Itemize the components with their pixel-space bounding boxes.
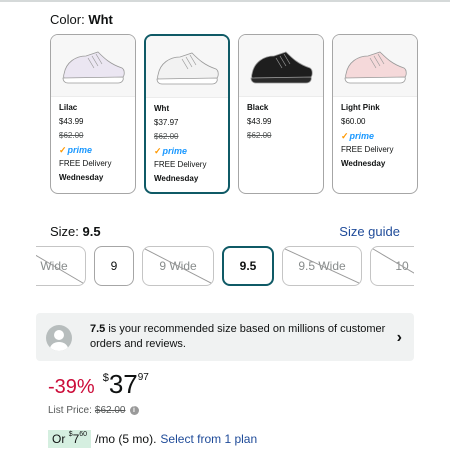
swatch-delivery-day: Wednesday (341, 159, 386, 168)
color-swatch-black[interactable]: Black $43.99 $62.00 (238, 34, 324, 194)
recommended-size: 7.5 (90, 323, 106, 335)
prime-check-icon: ✓ (59, 145, 67, 155)
prime-label: prime (349, 131, 375, 141)
size-option-9.5[interactable]: 9.5 (222, 246, 274, 286)
chevron-right-icon[interactable]: › (397, 329, 402, 347)
size-option-9[interactable]: 9 (94, 246, 134, 286)
swatch-name: Light Pink (341, 103, 380, 112)
size-label: Size: 9.5 (50, 224, 101, 239)
recommendation-message: is your recommended size based on millio… (90, 323, 386, 350)
current-price: $ 37 97 (103, 370, 149, 398)
prime-check-icon: ✓ (341, 131, 349, 141)
discount-percent: -39% (48, 376, 95, 398)
swatch-price: $43.99 (247, 117, 272, 126)
list-price-label: List Price: (48, 405, 92, 416)
swatch-info: Light Pink $60.00 ✓prime FREE Delivery Wedne… (333, 97, 417, 171)
color-label: Color: Wht (50, 12, 113, 27)
monthly-cents: 60 (79, 431, 88, 438)
color-swatch-lilac[interactable]: Lilac $43.99 $62.00 ✓prime FREE Delivery Wedn… (50, 34, 136, 194)
info-icon[interactable]: i (129, 406, 139, 415)
swatch-list-price: $62.00 (247, 131, 272, 140)
monthly-payment: Or $7 60 /mo (5 mo). Select from 1 plan (48, 430, 257, 448)
select-plan-link[interactable]: Select from 1 plan (160, 432, 257, 446)
color-label-text: Color: (50, 12, 85, 27)
price-fraction: 97 (137, 372, 149, 383)
monthly-or: Or (52, 432, 66, 446)
size-option-list: Wide 9 9 Wide 9.5 9.5 Wide10 (36, 246, 414, 290)
unavailable-slash-icon (36, 254, 84, 284)
top-divider (0, 0, 450, 2)
swatch-list-price: $62.00 (154, 132, 179, 141)
size-option-10[interactable]: 10 (370, 246, 414, 286)
unavailable-slash-icon (144, 248, 212, 284)
color-swatch-light-pink[interactable]: Light Pink $60.00 ✓prime FREE Delivery Wedne… (332, 34, 418, 194)
shoe-image (239, 35, 323, 97)
swatch-price: $43.99 (59, 117, 84, 126)
size-option-9-wide[interactable]: 9 Wide (142, 246, 214, 286)
prime-badge: ✓prime (341, 129, 411, 143)
size-option-wide[interactable]: Wide (36, 246, 86, 286)
user-avatar-icon (46, 325, 72, 351)
unavailable-slash-icon (284, 248, 360, 284)
swatch-delivery-day: Wednesday (59, 173, 104, 182)
shoe-image (146, 36, 228, 98)
prime-label: prime (67, 145, 93, 155)
color-swatch-list: Lilac $43.99 $62.00 ✓prime FREE Delivery Wedn… (50, 34, 450, 196)
size-guide-link[interactable]: Size guide (339, 224, 400, 239)
swatch-delivery: FREE Delivery (154, 160, 207, 169)
shoe-image (51, 35, 135, 97)
size-option-9.5-wide[interactable]: 9.5 Wide (282, 246, 362, 286)
shoe-image (333, 35, 417, 97)
color-swatch-wht[interactable]: Wht $37.97 $62.00 ✓prime FREE Delivery Wednes… (144, 34, 230, 194)
unavailable-slash-icon (372, 248, 414, 274)
swatch-list-price: $62.00 (59, 131, 84, 140)
swatch-name: Black (247, 103, 269, 112)
swatch-price: $37.97 (154, 118, 179, 127)
monthly-price-badge: Or $7 60 (48, 430, 92, 448)
size-recommendation-banner[interactable]: 7.5 is your recommended size based on mi… (36, 313, 414, 361)
price-row: -39% $ 37 97 (48, 370, 149, 400)
size-option-label: 9.5 (239, 259, 257, 273)
monthly-term: /mo (5 mo). (95, 432, 157, 446)
size-label-text: Size: (50, 224, 79, 239)
monthly-amount: 7 (72, 432, 80, 446)
swatch-info: Black $43.99 $62.00 (239, 97, 323, 143)
selected-size-value: 9.5 (82, 224, 101, 239)
swatch-name: Wht (154, 104, 170, 113)
prime-check-icon: ✓ (154, 146, 162, 156)
swatch-info: Wht $37.97 $62.00 ✓prime FREE Delivery Wednes… (146, 98, 228, 186)
selected-color-value: Wht (88, 12, 113, 27)
swatch-name: Lilac (59, 103, 78, 112)
swatch-delivery: FREE Delivery (59, 159, 112, 168)
price-whole: 37 (108, 369, 138, 399)
swatch-delivery-day: Wednesday (154, 174, 199, 183)
prime-label: prime (162, 146, 188, 156)
prime-badge: ✓prime (154, 144, 222, 158)
swatch-info: Lilac $43.99 $62.00 ✓prime FREE Delivery Wedn… (51, 97, 135, 185)
size-option-label: 9 (110, 259, 118, 273)
swatch-delivery: FREE Delivery (341, 145, 394, 154)
list-price-value: $62.00 (94, 405, 126, 416)
swatch-price: $60.00 (341, 117, 366, 126)
prime-badge: ✓prime (59, 143, 129, 157)
recommendation-text: 7.5 is your recommended size based on mi… (90, 322, 390, 352)
list-price: List Price: $62.00 i (48, 405, 139, 416)
